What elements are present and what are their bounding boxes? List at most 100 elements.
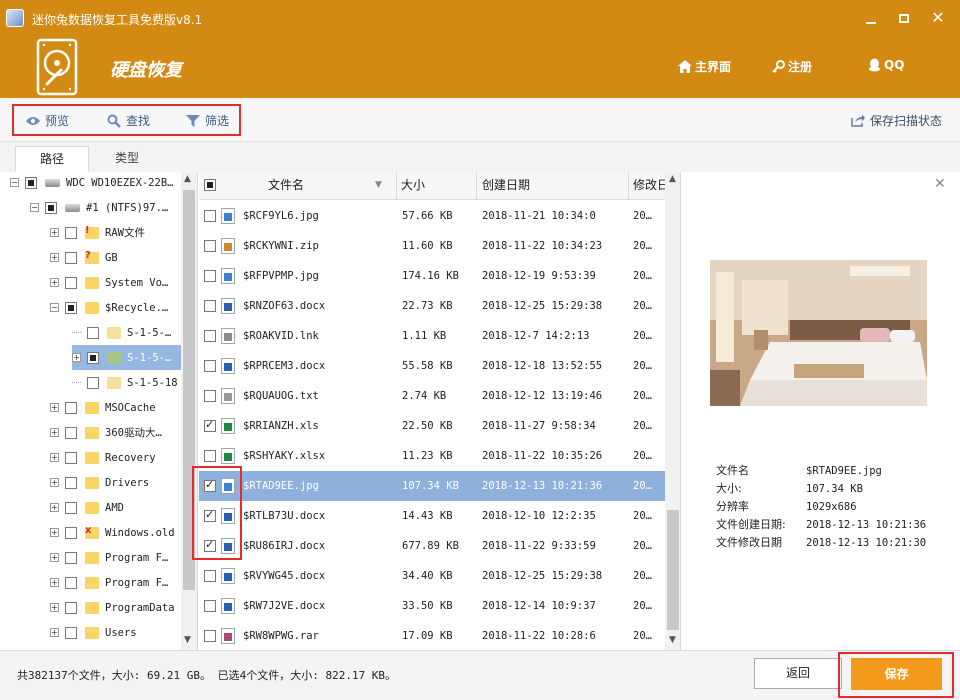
table-row[interactable]: $RW7J2VE.docx 33.50 KB 2018-12-14 10:9:37 2… xyxy=(199,591,665,621)
collapse-icon[interactable]: − xyxy=(50,303,59,312)
file-checkbox[interactable] xyxy=(204,270,216,282)
nav-register-link[interactable]: 注册 xyxy=(772,58,812,75)
select-all-checkbox[interactable] xyxy=(204,179,216,191)
maximize-button[interactable] xyxy=(894,8,914,28)
filter-button[interactable]: 筛选 xyxy=(186,112,229,129)
tree-checkbox[interactable] xyxy=(65,226,77,239)
save-scan-status-button[interactable]: 保存扫描状态 xyxy=(851,112,942,129)
file-checkbox[interactable] xyxy=(204,360,216,372)
tree-checkbox[interactable] xyxy=(65,251,77,264)
table-row[interactable]: $RNZOF63.docx 22.73 KB 2018-12-25 15:29:38… xyxy=(199,291,665,321)
tree-item[interactable]: + AMD xyxy=(50,495,124,520)
expand-icon[interactable]: + xyxy=(50,503,59,512)
scroll-up-icon[interactable]: ▲ xyxy=(184,174,191,184)
tree-checkbox[interactable] xyxy=(65,601,77,614)
file-list-scroll-thumb[interactable] xyxy=(667,510,679,630)
tree-checkbox[interactable] xyxy=(65,401,77,414)
file-checkbox[interactable] xyxy=(204,330,216,342)
table-row[interactable]: $RFPVPMP.jpg 174.16 KB 2018-12-19 9:53:39 2… xyxy=(199,261,665,291)
nav-home-link[interactable]: 主界面 xyxy=(678,58,731,75)
column-header-modified[interactable]: 修改日 xyxy=(629,172,665,200)
tree-item[interactable]: − $Recycle.… xyxy=(50,295,168,320)
tree-checkbox[interactable] xyxy=(65,426,77,439)
close-preview-icon[interactable]: ✕ xyxy=(934,176,946,192)
table-row[interactable]: $RTAD9EE.jpg 107.34 KB 2018-12-13 10:21:36… xyxy=(199,471,665,501)
tree-item[interactable]: + System Vo… xyxy=(50,270,168,295)
tree-item[interactable]: + Recovery xyxy=(50,445,156,470)
tree-item[interactable]: + Drivers xyxy=(50,470,149,495)
file-checkbox[interactable] xyxy=(204,210,216,222)
back-button[interactable]: 返回 xyxy=(754,658,842,689)
tree-item[interactable]: + S-1-5-… xyxy=(72,345,181,370)
tree-checkbox[interactable] xyxy=(87,351,99,364)
tree-scrollbar[interactable]: ▲ ▼ xyxy=(181,172,197,650)
file-checkbox[interactable] xyxy=(204,300,216,312)
file-list-scrollbar[interactable]: ▲ ▼ xyxy=(665,172,680,650)
scroll-down-icon[interactable]: ▼ xyxy=(669,635,676,645)
table-row[interactable]: $RW8WPWG.rar 17.09 KB 2018-11-22 10:28:6 20… xyxy=(199,621,665,650)
find-button[interactable]: 查找 xyxy=(107,112,150,129)
tree-checkbox[interactable] xyxy=(65,526,77,539)
tree-checkbox[interactable] xyxy=(25,176,37,189)
file-checkbox[interactable] xyxy=(204,240,216,252)
tree-item[interactable]: + Users xyxy=(50,620,137,645)
save-button[interactable]: 保存 xyxy=(851,658,942,690)
file-checkbox[interactable] xyxy=(204,390,216,402)
table-row[interactable]: $RPRCEM3.docx 55.58 KB 2018-12-18 13:52:55… xyxy=(199,351,665,381)
table-row[interactable]: $RU86IRJ.docx 677.89 KB 2018-11-22 9:33:59… xyxy=(199,531,665,561)
column-header-name[interactable]: 文件名 ▼ xyxy=(221,172,397,200)
scroll-down-icon[interactable]: ▼ xyxy=(184,635,191,645)
tree-checkbox[interactable] xyxy=(87,376,99,389)
tree-item[interactable]: − WDC WD10EZEX-22B… xyxy=(10,172,173,195)
file-checkbox[interactable] xyxy=(204,630,216,642)
expand-icon[interactable]: + xyxy=(50,453,59,462)
expand-icon[interactable]: + xyxy=(50,253,59,262)
expand-icon[interactable]: + xyxy=(50,403,59,412)
expand-icon[interactable]: + xyxy=(50,428,59,437)
table-row[interactable]: $RQUAUOG.txt 2.74 KB 2018-12-12 13:19:46 20… xyxy=(199,381,665,411)
expand-icon[interactable]: + xyxy=(72,353,81,362)
tree-item[interactable]: + Program F… xyxy=(50,570,168,595)
expand-icon[interactable]: + xyxy=(50,228,59,237)
file-checkbox[interactable] xyxy=(204,600,216,612)
tree-item[interactable]: S-1-5-… xyxy=(72,320,171,345)
tree-item[interactable]: + MSOCache xyxy=(50,395,156,420)
minimize-button[interactable] xyxy=(862,8,882,28)
table-row[interactable]: $RRIANZH.xls 22.50 KB 2018-11-27 9:58:34 20… xyxy=(199,411,665,441)
table-row[interactable]: $RSHYAKY.xlsx 11.23 KB 2018-11-22 10:35:26… xyxy=(199,441,665,471)
tree-checkbox[interactable] xyxy=(65,476,77,489)
tree-checkbox[interactable] xyxy=(65,501,77,514)
table-row[interactable]: $ROAKVID.lnk 1.11 KB 2018-12-7 14:2:13 20… xyxy=(199,321,665,351)
table-row[interactable]: $RTLB73U.docx 14.43 KB 2018-12-10 12:2:35 2… xyxy=(199,501,665,531)
expand-icon[interactable]: + xyxy=(50,528,59,537)
tree-item[interactable]: − #1 (NTFS)97.… xyxy=(30,195,168,220)
tree-checkbox[interactable] xyxy=(87,326,99,339)
tree-checkbox[interactable] xyxy=(65,451,77,464)
tab-type[interactable]: 类型 xyxy=(90,146,164,172)
collapse-icon[interactable]: − xyxy=(10,178,19,187)
tree-checkbox[interactable] xyxy=(45,201,57,214)
tree-checkbox[interactable] xyxy=(65,576,77,589)
preview-button[interactable]: 预览 xyxy=(26,112,69,129)
close-button[interactable]: ✕ xyxy=(928,8,948,28)
tree-item[interactable]: + ProgramData xyxy=(50,595,175,620)
tree-checkbox[interactable] xyxy=(65,301,77,314)
tree-checkbox[interactable] xyxy=(65,276,77,289)
file-checkbox[interactable] xyxy=(204,418,216,432)
tree-item[interactable]: +! RAW文件 xyxy=(50,220,145,245)
tree-checkbox[interactable] xyxy=(65,626,77,639)
nav-qq-link[interactable]: QQ xyxy=(868,58,904,72)
expand-icon[interactable]: + xyxy=(50,628,59,637)
table-row[interactable]: $RCKYWNI.zip 11.60 KB 2018-11-22 10:34:23 2… xyxy=(199,231,665,261)
tree-item[interactable]: + Program F… xyxy=(50,545,168,570)
column-header-size[interactable]: 大小 xyxy=(397,172,477,200)
tab-path[interactable]: 路径 xyxy=(15,146,89,172)
scroll-up-icon[interactable]: ▲ xyxy=(669,174,676,184)
table-row[interactable]: $RCF9YL6.jpg 57.66 KB 2018-11-21 10:34:0 20… xyxy=(199,201,665,231)
tree-item[interactable]: + x Windows.old xyxy=(50,520,175,545)
file-checkbox[interactable] xyxy=(204,570,216,582)
expand-icon[interactable]: + xyxy=(50,578,59,587)
tree-item[interactable]: S-1-5-18 xyxy=(72,370,178,395)
table-row[interactable]: $RVYWG45.docx 34.40 KB 2018-12-25 15:29:38… xyxy=(199,561,665,591)
tree-checkbox[interactable] xyxy=(65,551,77,564)
